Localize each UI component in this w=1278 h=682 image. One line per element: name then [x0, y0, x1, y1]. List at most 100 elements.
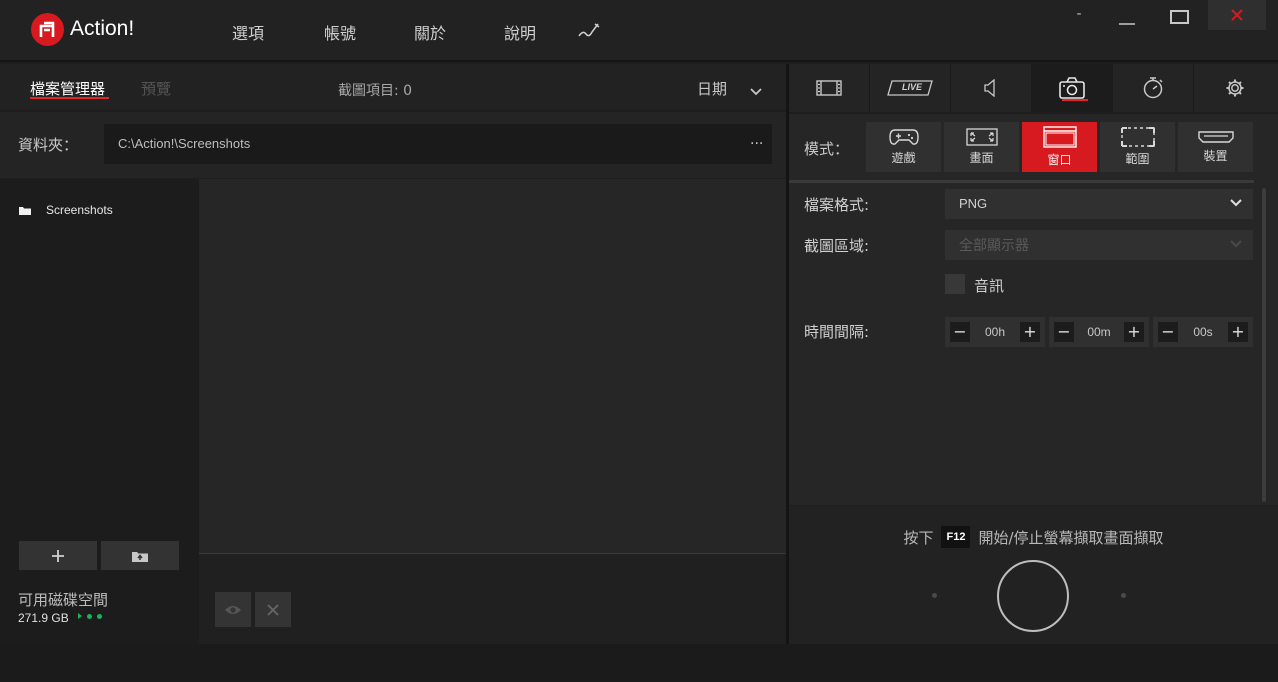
thumbnail-toolbar — [199, 554, 786, 644]
seconds-decrement-button[interactable]: − — [1158, 322, 1178, 342]
mode-game-label: 遊戲 — [891, 151, 916, 165]
open-folder-button[interactable] — [101, 541, 179, 570]
minutes-increment-button[interactable]: + — [1124, 322, 1144, 342]
interval-hours-stepper[interactable]: − 00h + — [945, 317, 1045, 347]
hotkey-suffix: 開始/停止螢幕擷取畫面擷取 — [978, 528, 1164, 547]
interval-minutes-value: 00m — [1087, 325, 1111, 339]
sort-dropdown-label[interactable]: 日期 — [697, 78, 727, 99]
folder-row: 資料夾： C:\Action!\Screenshots ... — [0, 112, 786, 178]
interval-seconds-value: 00s — [1193, 325, 1213, 339]
tab-timer[interactable] — [1113, 64, 1194, 112]
delete-button[interactable] — [255, 592, 291, 627]
status-bar — [0, 644, 1278, 682]
fullscreen-icon — [965, 128, 998, 146]
window-icon — [1042, 126, 1077, 148]
mode-selector: 模式： 遊戲 畫面 窗口 範圍 裝置 — [789, 114, 1278, 180]
mode-game-button[interactable]: 遊戲 — [866, 122, 941, 172]
hours-increment-button[interactable]: + — [1020, 322, 1040, 342]
tab-settings[interactable] — [1194, 64, 1275, 112]
tab-preview[interactable]: 預覽 — [141, 78, 171, 99]
audio-checkbox[interactable] — [945, 274, 965, 294]
mode-device-button[interactable]: 裝置 — [1178, 122, 1253, 172]
tab-screenshot[interactable] — [1032, 64, 1113, 112]
preview-button[interactable] — [215, 592, 251, 627]
window-minimize-small[interactable]: - — [1068, 6, 1090, 30]
chevron-down-icon — [1230, 199, 1242, 207]
tree-item-label: Screenshots — [46, 203, 113, 217]
folder-open-icon — [132, 551, 148, 562]
interval-seconds-stepper[interactable]: − 00s + — [1153, 317, 1253, 347]
audio-label: 音訊 — [974, 277, 1005, 295]
title-bar: Action! 選項 帳號 關於 說明 - — [0, 0, 1278, 62]
active-tab-indicator — [30, 97, 109, 99]
folder-tree: Screenshots 可用磁碟空間 271.9 GB — [0, 179, 199, 644]
maximize-icon[interactable] — [1170, 10, 1189, 24]
app-title: Action! — [70, 17, 135, 40]
tab-live[interactable]: LIVE — [870, 64, 951, 112]
minimize-icon[interactable] — [1118, 12, 1136, 26]
hdmi-icon — [1197, 131, 1234, 143]
draw-tool-icon[interactable] — [578, 22, 600, 42]
eye-icon — [225, 605, 241, 614]
hours-decrement-button[interactable]: − — [950, 322, 970, 342]
menu-account[interactable]: 帳號 — [324, 20, 356, 44]
close-button[interactable] — [1208, 0, 1266, 30]
capture-button[interactable] — [997, 560, 1069, 632]
gamepad-icon — [888, 129, 919, 145]
live-badge-text: LIVE — [902, 82, 923, 92]
file-manager-header: 檔案管理器 預覽 截圖項目: 0 日期 — [0, 64, 786, 110]
chevron-down-icon[interactable] — [749, 82, 763, 101]
indicator-dot — [932, 593, 937, 598]
mode-device-label: 裝置 — [1203, 149, 1228, 163]
tab-video[interactable] — [789, 64, 870, 112]
mode-region-label: 範圍 — [1125, 152, 1150, 166]
hotkey-hint: 按下 F12 開始/停止螢幕擷取畫面擷取 — [789, 526, 1278, 548]
settings-scrollbar[interactable] — [1262, 188, 1266, 502]
mode-window-button[interactable]: 窗口 — [1022, 122, 1097, 172]
disk-space-value: 271.9 GB — [18, 611, 69, 625]
mode-screen-label: 畫面 — [969, 151, 994, 165]
camera-icon — [1059, 77, 1085, 99]
app-logo-icon — [31, 13, 64, 46]
folder-label: 資料夾： — [18, 136, 79, 154]
hotkey-prefix: 按下 — [903, 528, 934, 547]
browse-folder-button[interactable]: ... — [750, 132, 763, 148]
indicator-dot — [1121, 593, 1126, 598]
thumbnail-grid — [199, 179, 786, 553]
mode-label: 模式： — [804, 140, 850, 158]
disk-status-indicator — [78, 613, 102, 619]
interval-label: 時間間隔: — [804, 323, 870, 341]
menu-help[interactable]: 說明 — [504, 20, 536, 44]
capture-control: 按下 F12 開始/停止螢幕擷取畫面擷取 — [789, 506, 1278, 644]
interval-minutes-stepper[interactable]: − 00m + — [1049, 317, 1149, 347]
menu-about[interactable]: 關於 — [414, 20, 446, 44]
hotkey-key: F12 — [941, 526, 971, 548]
capture-area-label: 截圖區域: — [804, 237, 870, 255]
folder-path-field[interactable]: C:\Action!\Screenshots ... — [104, 124, 772, 164]
disk-space-label: 可用磁碟空間 — [18, 591, 109, 609]
capture-area-value: 全部顯示器 — [959, 237, 1029, 253]
mode-region-button[interactable]: 範圍 — [1100, 122, 1175, 172]
close-icon — [1231, 9, 1243, 21]
plus-icon — [52, 549, 64, 562]
folder-icon — [19, 206, 31, 215]
minutes-decrement-button[interactable]: − — [1054, 322, 1074, 342]
mode-window-label: 窗口 — [1047, 153, 1072, 167]
add-folder-button[interactable] — [19, 541, 97, 570]
chevron-down-icon — [1230, 240, 1242, 248]
tab-file-manager[interactable]: 檔案管理器 — [30, 78, 105, 99]
capture-count: 截圖項目: 0 — [338, 83, 413, 99]
capture-area-dropdown[interactable]: 全部顯示器 — [945, 230, 1253, 260]
file-format-value: PNG — [959, 196, 988, 211]
tree-item-screenshots[interactable]: Screenshots — [18, 203, 113, 217]
mode-screen-button[interactable]: 畫面 — [944, 122, 1019, 172]
tab-audio[interactable] — [951, 64, 1032, 112]
seconds-increment-button[interactable]: + — [1228, 322, 1248, 342]
interval-hours-value: 00h — [984, 325, 1006, 339]
video-icon — [816, 80, 842, 96]
timer-icon — [1143, 77, 1163, 99]
folder-path-text: C:\Action!\Screenshots — [118, 136, 251, 151]
menu-options[interactable]: 選項 — [232, 20, 264, 44]
file-format-dropdown[interactable]: PNG — [945, 189, 1253, 219]
active-tab-indicator — [1062, 99, 1088, 101]
